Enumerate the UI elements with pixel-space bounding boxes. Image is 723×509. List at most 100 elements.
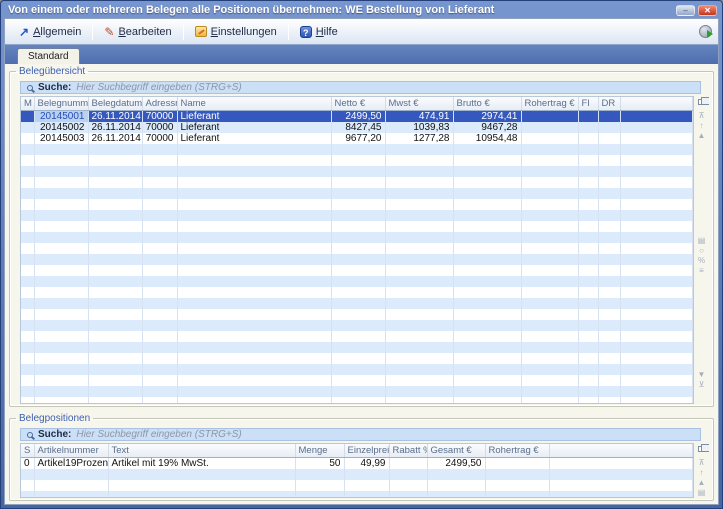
cell[interactable]: 70000: [142, 110, 177, 122]
cell[interactable]: [620, 133, 693, 144]
column-header[interactable]: M: [21, 97, 34, 110]
list-view-icon[interactable]: ▤: [698, 236, 706, 246]
cell[interactable]: 1277,28: [385, 133, 453, 144]
cell[interactable]: [485, 457, 549, 469]
empty-row: [21, 276, 693, 287]
column-header[interactable]: Brutto €: [453, 97, 521, 110]
beleg-overview-search[interactable]: Suche: Hier Suchbegriff eingeben (STRG+S…: [20, 81, 701, 94]
column-header[interactable]: DR: [598, 97, 620, 110]
cell[interactable]: 49,99: [344, 457, 389, 469]
cell[interactable]: 26.11.2014 Mi: [88, 133, 142, 144]
close-button[interactable]: ✕: [698, 5, 717, 16]
percent-icon[interactable]: %: [698, 256, 705, 266]
cell[interactable]: Artikel19Prozent: [34, 457, 108, 469]
column-header[interactable]: Text: [108, 444, 295, 457]
column-header[interactable]: S: [21, 444, 34, 457]
column-header[interactable]: Artikelnummer: [34, 444, 108, 457]
beleg-positions-search[interactable]: Suche: Hier Suchbegriff eingeben (STRG+S…: [20, 428, 701, 441]
menu-bearbeiten-label: Bearbeiten: [118, 26, 171, 38]
menu-hilfe-button[interactable]: ? Hilfe: [292, 23, 346, 41]
cell[interactable]: 50: [295, 457, 344, 469]
list-view-icon[interactable]: ▤: [698, 488, 706, 498]
tab-standard[interactable]: Standard: [17, 48, 80, 64]
column-header[interactable]: Netto €: [331, 97, 385, 110]
cell[interactable]: [389, 457, 427, 469]
cell[interactable]: 70000: [142, 122, 177, 133]
cell[interactable]: Lieferant: [177, 133, 331, 144]
column-header[interactable]: Belegdatum: [88, 97, 142, 110]
column-header[interactable]: Menge: [295, 444, 344, 457]
move-up-icon[interactable]: ↑: [700, 468, 704, 478]
cell[interactable]: [21, 110, 34, 122]
web-refresh-icon[interactable]: [699, 25, 712, 38]
cell[interactable]: 0: [21, 457, 34, 469]
column-header[interactable]: Mwst €: [385, 97, 453, 110]
cell[interactable]: [521, 122, 578, 133]
cell[interactable]: [521, 110, 578, 122]
cell[interactable]: [578, 122, 598, 133]
column-header[interactable]: FI: [578, 97, 598, 110]
menu-allgemein-button[interactable]: ↗ Allgemein: [11, 23, 89, 41]
cell[interactable]: [598, 133, 620, 144]
scroll-top-icon[interactable]: ⊼: [699, 111, 705, 121]
cell[interactable]: 2974,41: [453, 110, 521, 122]
main-toolbar: ↗ Allgemein ✎ Bearbeiten Einstellungen ?…: [5, 19, 718, 45]
cell[interactable]: Artikel mit 19% MwSt.: [108, 457, 295, 469]
page-up-icon[interactable]: ▲: [698, 478, 706, 488]
zoom-icon[interactable]: ○: [699, 246, 704, 256]
cell[interactable]: [578, 133, 598, 144]
cell[interactable]: 1039,83: [385, 122, 453, 133]
arrow-up-right-icon: ↗: [19, 26, 29, 38]
cell[interactable]: 474,91: [385, 110, 453, 122]
cell[interactable]: 70000: [142, 133, 177, 144]
page-down-icon[interactable]: ▼: [698, 370, 706, 380]
cell[interactable]: [549, 457, 693, 469]
scroll-bottom-icon[interactable]: ⊻: [699, 380, 705, 390]
filter-icon[interactable]: ≡: [699, 266, 704, 276]
column-header[interactable]: Rabatt %: [389, 444, 427, 457]
cell[interactable]: Lieferant: [177, 110, 331, 122]
column-header[interactable]: Adressnumm: [142, 97, 177, 110]
table-row[interactable]: 2014500126.11.2014 Mi70000Lieferant2499,…: [21, 110, 693, 122]
beleg-positions-grid: SArtikelnummerTextMengeEinzelpreis €Raba…: [20, 443, 694, 498]
table-row[interactable]: 2014500326.11.2014 Mi70000Lieferant9677,…: [21, 133, 693, 144]
column-header[interactable]: Einzelpreis €: [344, 444, 389, 457]
cell[interactable]: 10954,48: [453, 133, 521, 144]
copy-grid-icon[interactable]: [698, 99, 705, 105]
move-up-icon[interactable]: ↑: [700, 121, 704, 131]
menu-einstellungen-button[interactable]: Einstellungen: [187, 23, 285, 41]
cell[interactable]: [598, 110, 620, 122]
cell[interactable]: 26.11.2014 Mi: [88, 122, 142, 133]
column-header[interactable]: Belegnummer: [34, 97, 88, 110]
cell[interactable]: 26.11.2014 Mi: [88, 110, 142, 122]
copy-grid-icon[interactable]: [698, 446, 705, 452]
cell[interactable]: [598, 122, 620, 133]
column-header[interactable]: Rohertrag €: [485, 444, 549, 457]
cell[interactable]: [620, 110, 693, 122]
cell[interactable]: [21, 122, 34, 133]
cell[interactable]: [21, 133, 34, 144]
scroll-top-icon[interactable]: ⊼: [699, 458, 705, 468]
cell[interactable]: 9677,20: [331, 133, 385, 144]
menu-bearbeiten-button[interactable]: ✎ Bearbeiten: [96, 23, 179, 41]
cell[interactable]: [620, 122, 693, 133]
cell[interactable]: 20145003: [34, 133, 88, 144]
empty-row: [21, 342, 693, 353]
cell[interactable]: [521, 133, 578, 144]
cell[interactable]: 2499,50: [427, 457, 485, 469]
minimize-button[interactable]: –: [676, 5, 695, 16]
column-header[interactable]: Gesamt €: [427, 444, 485, 457]
cell[interactable]: 20145001: [34, 110, 88, 122]
cell[interactable]: 8427,45: [331, 122, 385, 133]
table-row[interactable]: 0Artikel19ProzentArtikel mit 19% MwSt.50…: [21, 457, 693, 469]
cell[interactable]: 20145002: [34, 122, 88, 133]
cell[interactable]: 9467,28: [453, 122, 521, 133]
column-header[interactable]: Name: [177, 97, 331, 110]
cell[interactable]: 2499,50: [331, 110, 385, 122]
app-window: Von einem oder mehreren Belegen alle Pos…: [0, 0, 723, 509]
table-row[interactable]: 2014500226.11.2014 Mi70000Lieferant8427,…: [21, 122, 693, 133]
cell[interactable]: [578, 110, 598, 122]
cell[interactable]: Lieferant: [177, 122, 331, 133]
page-up-icon[interactable]: ▲: [698, 131, 706, 141]
column-header[interactable]: Rohertrag €: [521, 97, 578, 110]
